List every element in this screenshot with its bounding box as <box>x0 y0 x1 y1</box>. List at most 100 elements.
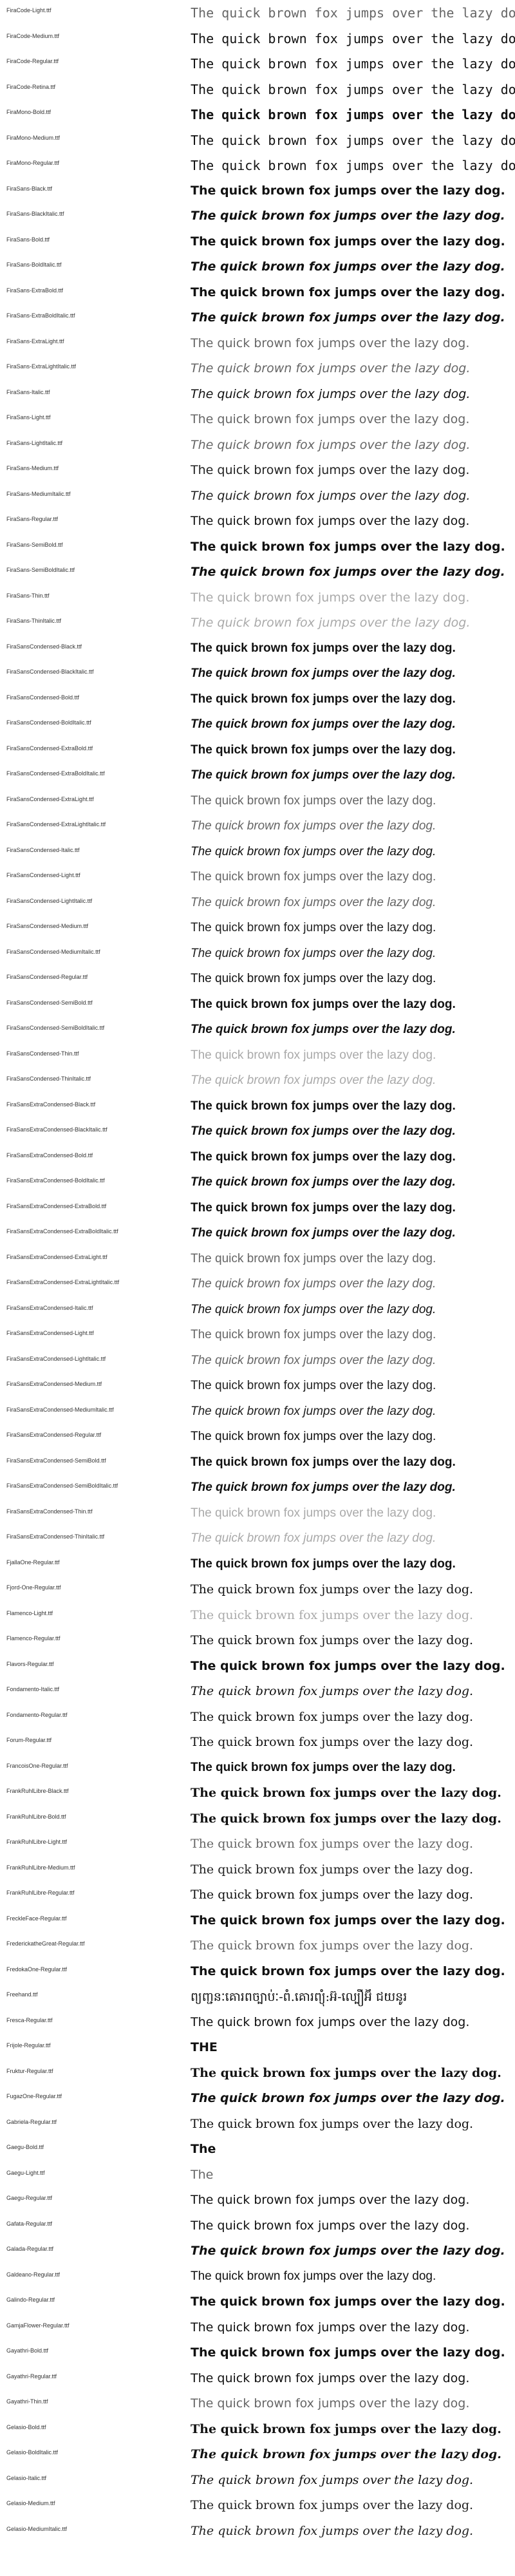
font-row: FiraSansExtraCondensed-ExtraBold.ttf The … <box>0 1196 515 1222</box>
font-file-label: FiraSansCondensed-Italic.ttf <box>6 846 80 853</box>
font-sample-text: The quick brown fox jumps over the lazy … <box>191 921 436 934</box>
font-file-label: FiraSansExtraCondensed-BlackItalic.ttf <box>6 1126 108 1133</box>
font-row: Gelasio-BoldItalic.ttf The quick brown fo… <box>0 2442 515 2468</box>
font-row: FiraSans-SemiBold.ttf The quick brown fox… <box>0 535 515 560</box>
font-sample-text: The quick brown fox jumps over the lazy … <box>191 2396 470 2410</box>
font-sample-text: The quick brown fox jumps over the lazy … <box>191 30 515 46</box>
font-sample-text: The quick brown fox jumps over the lazy … <box>191 2269 436 2283</box>
font-row: Galindo-Regular.ttf The quick brown fox j… <box>0 2289 515 2315</box>
font-sample-text: The quick brown fox jumps over the lazy … <box>191 1557 456 1571</box>
font-file-label: Fjord-One-Regular.ttf <box>6 1584 61 1591</box>
font-file-label: FiraSansExtraCondensed-ThinItalic.ttf <box>6 1533 105 1540</box>
font-sample-text: The quick brown fox jumps over the lazy … <box>191 336 470 350</box>
font-row: Flavors-Regular.ttf The quick brown fox j… <box>0 1654 515 1680</box>
font-file-label: FiraSansExtraCondensed-LightItalic.ttf <box>6 1355 106 1362</box>
font-row: FiraSans-ThinItalic.ttf The quick brown f… <box>0 611 515 636</box>
font-row: FiraSans-ExtraBoldItalic.ttf The quick br… <box>0 305 515 331</box>
font-sample-text: The quick brown fox jumps over the lazy … <box>191 1277 436 1291</box>
font-row: FiraSansExtraCondensed-ExtraLightItalic.… <box>0 1272 515 1298</box>
font-specimen-list: FiraCode-Light.ttf The quick brown fox ju… <box>0 0 515 2544</box>
font-row: FiraSans-BlackItalic.ttf The quick brown … <box>0 204 515 229</box>
font-row: FiraSansExtraCondensed-MediumItalic.ttf T… <box>0 1399 515 1425</box>
font-file-label: FiraSansExtraCondensed-MediumItalic.ttf <box>6 1406 114 1413</box>
font-row: FrankRuhlLibre-Black.ttf The quick brown … <box>0 1781 515 1806</box>
font-sample-text: The quick brown fox jumps over the lazy … <box>191 1251 436 1265</box>
font-file-label: FiraSansExtraCondensed-SemiBoldItalic.tt… <box>6 1482 118 1489</box>
font-row: FiraCode-Medium.ttf The quick brown fox j… <box>0 26 515 52</box>
font-sample-text: The quick brown fox jumps over the lazy … <box>191 132 515 148</box>
font-row: FiraCode-Light.ttf The quick brown fox ju… <box>0 0 515 26</box>
font-row: FiraSansExtraCondensed-BlackItalic.ttf Th… <box>0 1119 515 1145</box>
font-file-label: Galindo-Regular.ttf <box>6 2297 55 2303</box>
font-sample-text: The quick brown fox jumps over the lazy … <box>191 1684 474 1698</box>
font-file-label: FiraSans-SemiBoldItalic.ttf <box>6 567 75 573</box>
font-sample-text: The <box>191 2142 216 2156</box>
font-row: FiraSansExtraCondensed-Bold.ttf The quick… <box>0 1145 515 1171</box>
font-sample-text: The quick brown fox jumps over the lazy … <box>191 5 515 21</box>
font-file-label: GamjaFlower-Regular.ttf <box>6 2322 70 2329</box>
font-file-label: FiraSansExtraCondensed-BoldItalic.ttf <box>6 1177 105 1184</box>
font-row: Gelasio-Italic.ttf The quick brown fox ju… <box>0 2468 515 2494</box>
font-file-label: FiraSans-ExtraLight.ttf <box>6 337 64 345</box>
font-sample-text: The quick brown fox jumps over the lazy … <box>191 1862 474 1877</box>
font-row: Galdeano-Regular.ttf The quick brown fox … <box>0 2264 515 2290</box>
font-file-label: FiraMono-Regular.ttf <box>6 160 60 166</box>
font-file-label: FiraSansCondensed-Black.ttf <box>6 643 82 650</box>
font-file-label: FiraSans-Regular.ttf <box>6 516 59 522</box>
font-file-label: FiraSansExtraCondensed-Medium.ttf <box>6 1381 102 1387</box>
font-file-label: FiraSansExtraCondensed-ExtraBoldItalic.t… <box>6 1228 118 1235</box>
font-file-label: FiraSansExtraCondensed-Light.ttf <box>6 1330 94 1336</box>
font-file-label: FiraSansCondensed-Medium.ttf <box>6 923 89 929</box>
font-row: Gelasio-Bold.ttf The quick brown fox jump… <box>0 2417 515 2443</box>
font-sample-text: The quick brown fox jumps over the lazy … <box>191 158 515 173</box>
font-row: FjallaOne-Regular.ttf The quick brown fox… <box>0 1552 515 1578</box>
font-sample-text: The quick brown fox jumps over the lazy … <box>191 2320 470 2334</box>
font-sample-text: The quick brown fox jumps over the lazy … <box>191 768 456 782</box>
font-sample-text: The quick brown fox jumps over the lazy … <box>191 692 456 706</box>
font-row: FrankRuhlLibre-Regular.ttf The quick brow… <box>0 1882 515 1908</box>
font-sample-text: The quick brown fox jumps over the lazy … <box>191 1913 505 1927</box>
font-file-label: FiraSansCondensed-SemiBoldItalic.ttf <box>6 1025 105 1031</box>
font-sample-text: The quick brown fox jumps over the lazy … <box>191 590 470 605</box>
font-row: FreckleFace-Regular.ttf The quick brown f… <box>0 1908 515 1934</box>
font-file-label: FiraSansCondensed-Light.ttf <box>6 872 80 878</box>
font-sample-text: The quick brown fox jumps over the lazy … <box>191 1709 474 1724</box>
font-file-label: Forum-Regular.ttf <box>6 1737 52 1743</box>
font-sample-text: The quick brown fox jumps over the lazy … <box>191 463 470 477</box>
font-row: FiraSansCondensed-ExtraBoldItalic.ttf The… <box>0 763 515 789</box>
font-file-label: FiraSansExtraCondensed-ExtraLightItalic.… <box>6 1279 120 1285</box>
font-row: Gafata-Regular.ttf The quick brown fox ju… <box>0 2213 515 2239</box>
font-row: FiraSansCondensed-SemiBold.ttf The quick … <box>0 992 515 1018</box>
font-sample-text: The quick brown fox jumps over the lazy … <box>191 1888 474 1902</box>
font-row: FiraSansExtraCondensed-Medium.ttf The qui… <box>0 1374 515 1399</box>
font-sample-text: The quick brown fox jumps over the lazy … <box>191 895 436 909</box>
font-sample-text: The quick brown fox jumps over the lazy … <box>191 1481 456 1494</box>
font-file-label: Gelasio-BoldItalic.ttf <box>6 2449 59 2456</box>
font-row: Frijole-Regular.ttf THE <box>0 2035 515 2061</box>
font-file-label: FiraSans-Thin.ttf <box>6 592 50 599</box>
font-row: FrankRuhlLibre-Light.ttf The quick brown … <box>0 1832 515 1857</box>
font-file-label: FiraSansCondensed-ExtraBold.ttf <box>6 744 93 752</box>
font-row: FiraSansExtraCondensed-LightItalic.ttf Th… <box>0 1349 515 1374</box>
font-sample-text: The quick brown fox jumps over the lazy … <box>191 616 471 630</box>
font-sample-text: The quick brown fox jumps over the lazy … <box>191 361 471 375</box>
font-file-label: FiraSansExtraCondensed-Italic.ttf <box>6 1304 93 1311</box>
font-file-label: Gaegu-Regular.ttf <box>6 2195 53 2201</box>
font-sample-text: The quick brown fox jumps over the lazy … <box>191 1302 436 1316</box>
font-file-label: FiraMono-Bold.ttf <box>6 109 52 115</box>
font-row: FiraSans-SemiBoldItalic.ttf The quick bro… <box>0 560 515 585</box>
font-file-label: Flavors-Regular.ttf <box>6 1660 54 1667</box>
font-sample-text: The quick brown fox jumps over the lazy … <box>191 1099 456 1113</box>
font-row: Fjord-One-Regular.ttf The quick brown fox… <box>0 1577 515 1603</box>
font-row: FiraSans-BoldItalic.ttf The quick brown f… <box>0 254 515 280</box>
font-row: FiraSans-ExtraLight.ttf The quick brown f… <box>0 331 515 357</box>
font-row: FiraSans-ExtraLightItalic.ttf The quick b… <box>0 356 515 382</box>
font-row: FiraSansCondensed-ExtraLight.ttf The quic… <box>0 789 515 815</box>
font-sample-text: The quick brown fox jumps over the lazy … <box>191 743 456 757</box>
font-file-label: FjallaOne-Regular.ttf <box>6 1558 60 1566</box>
font-row: Fruktur-Regular.ttf The quick brown fox j… <box>0 2061 515 2087</box>
font-file-label: Flamenco-Light.ttf <box>6 1609 53 1616</box>
font-sample-text: The quick brown fox jumps over the lazy … <box>191 1353 436 1367</box>
font-sample-text: The quick brown fox jumps over the lazy … <box>191 234 505 249</box>
font-row: FiraSansCondensed-Light.ttf The quick bro… <box>0 865 515 891</box>
